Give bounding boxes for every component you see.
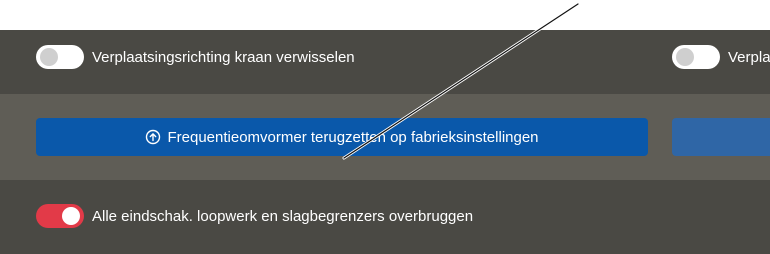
bypass-limits-toggle-control[interactable]: Alle eindschak. loopwerk en slagbegrenze… — [36, 204, 473, 228]
invert-crane-direction-toggle-control[interactable]: Verplaatsingsrichting kraan verwisselen — [36, 45, 355, 69]
secondary-button[interactable] — [672, 118, 770, 156]
switch-knob — [62, 207, 80, 225]
second-toggle-label: Verpla — [728, 48, 770, 66]
invert-crane-direction-switch[interactable] — [36, 45, 84, 69]
second-toggle-control[interactable]: Verpla — [672, 45, 770, 69]
reset-inverter-label: Frequentieomvormer terugzetten op fabrie… — [167, 128, 539, 146]
bypass-limits-switch[interactable] — [36, 204, 84, 228]
switch-knob — [676, 48, 694, 66]
invert-crane-direction-label: Verplaatsingsrichting kraan verwisselen — [92, 48, 355, 66]
settings-page: Verplaatsingsrichting kraan verwisselen … — [0, 0, 770, 254]
second-toggle-switch[interactable] — [672, 45, 720, 69]
bypass-limits-label: Alle eindschak. loopwerk en slagbegrenze… — [92, 207, 474, 225]
upload-circle-icon — [145, 129, 161, 145]
switch-knob — [40, 48, 58, 66]
top-strip — [0, 0, 770, 30]
reset-inverter-button[interactable]: Frequentieomvormer terugzetten op fabrie… — [36, 118, 648, 156]
